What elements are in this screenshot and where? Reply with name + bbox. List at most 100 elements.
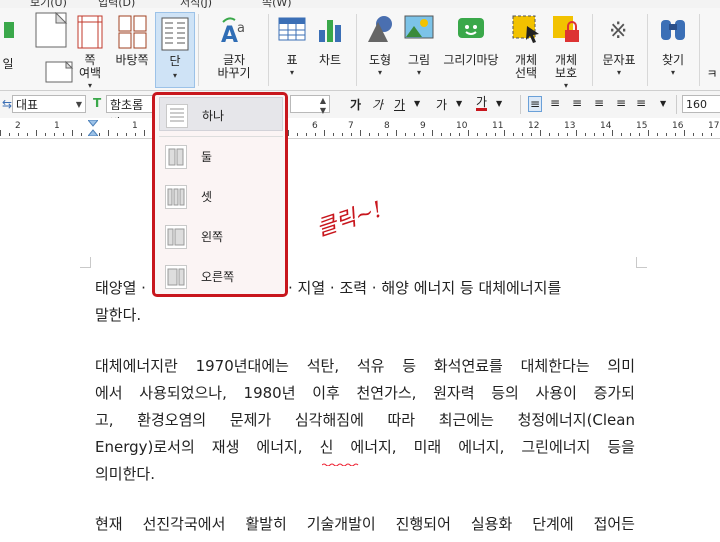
- chart-button[interactable]: 차트: [312, 10, 348, 88]
- chevron-down-icon[interactable]: ▼: [414, 99, 420, 108]
- ruler-tick: [81, 133, 82, 136]
- horizontal-ruler[interactable]: 211234567891011121314151617: [0, 118, 720, 139]
- ruler-tick: [576, 130, 577, 136]
- ruler-tick: [675, 133, 676, 136]
- chevron-down-icon[interactable]: ▼: [660, 99, 666, 108]
- align-divide-icon[interactable]: ≡: [636, 96, 646, 110]
- table-button[interactable]: 표 ▾: [274, 10, 310, 88]
- columns-button[interactable]: 단 ▾: [155, 12, 195, 88]
- paragraph-1-line-2: 말한다.: [95, 306, 142, 324]
- click-annotation: 클릭~!: [313, 197, 385, 238]
- align-justify-icon[interactable]: ≡: [528, 96, 543, 112]
- paragraph-2-line: Energy)로서의 재생 에너지, 신 에너지, 미래 에너지, 그린에너지 …: [95, 434, 635, 461]
- chart-icon: [316, 14, 344, 47]
- find-button[interactable]: 찾기 ▾: [653, 10, 693, 88]
- underline-icon[interactable]: 가: [394, 96, 405, 113]
- ruler-tick: [540, 130, 541, 136]
- chevron-down-icon[interactable]: ▼: [496, 99, 502, 108]
- margin-label: 쪽 여백: [78, 53, 102, 80]
- columns-option-right[interactable]: 오른쪽: [159, 259, 283, 293]
- two-columns-icon: [165, 145, 187, 169]
- ruler-tick: [549, 133, 550, 136]
- ruler-number: 8: [384, 121, 390, 131]
- page-icon: [34, 11, 70, 51]
- ruler-tick: [0, 130, 1, 136]
- right-column-icon: [165, 265, 187, 289]
- chevron-down-icon: ▼: [75, 100, 82, 109]
- partial-left-icon: [4, 14, 14, 47]
- indent-marker[interactable]: [86, 119, 100, 139]
- ruler-tick: [387, 133, 388, 136]
- ruler-number: 17: [708, 121, 720, 131]
- symbol-button[interactable]: ※ 문자표 ▾: [597, 10, 641, 88]
- annotation-text: 클릭~!: [313, 197, 385, 238]
- align-right-icon[interactable]: ≡: [594, 96, 604, 110]
- ruler-number: 11: [492, 121, 504, 131]
- paragraph-2-line-text: Energy)로서의 재생 에너지, 신 에너지, 미래 에너지, 그린에너지 …: [95, 438, 635, 456]
- picture-button[interactable]: 그림 ▾: [401, 10, 437, 88]
- align-distribute-icon[interactable]: ≡: [616, 96, 626, 110]
- style-icon: ⇆: [2, 97, 13, 111]
- chevron-down-icon: ▾: [670, 68, 675, 77]
- chevron-down-icon: ▾: [289, 68, 294, 77]
- ruler-number: 13: [564, 121, 576, 131]
- align-center-icon[interactable]: ≡: [572, 96, 582, 110]
- ruler-tick: [450, 133, 451, 136]
- object-protect-button[interactable]: 개체 보호 ▾: [546, 10, 586, 90]
- ruler-tick: [378, 133, 379, 136]
- paragraph-2-line: 고, 환경오염의 문제가 심각해짐에 따라 최근에는 청정에너지(Clean: [95, 411, 635, 429]
- find-label: 찾기: [661, 53, 685, 67]
- paragraph-1-end: · 지열 · 조력 · 해양 에너지 등 대체에너지를: [288, 279, 562, 297]
- bold-icon[interactable]: 가: [350, 96, 361, 113]
- table-icon: [278, 14, 306, 47]
- font-combo[interactable]: 함초롬바: [106, 95, 154, 130]
- partial-right-button[interactable]: ㅋ: [704, 10, 720, 88]
- ruler-tick: [432, 130, 433, 136]
- ruler-number: 1: [132, 121, 138, 131]
- binoculars-icon: [658, 14, 688, 47]
- style-combo[interactable]: 대표 ▼: [12, 95, 86, 113]
- menu-divider: [159, 136, 283, 137]
- chevron-down-icon: ▾: [87, 81, 92, 90]
- picture-label: 그림: [407, 53, 431, 67]
- ruler-tick: [639, 133, 640, 136]
- shape-button[interactable]: 도형 ▾: [362, 10, 398, 88]
- ruler-tick: [315, 133, 316, 136]
- ruler-tick: [495, 133, 496, 136]
- ruler-tick: [594, 133, 595, 136]
- ruler-tick: [648, 130, 649, 136]
- line-spacing-value: 160: [686, 98, 707, 111]
- align-left-icon[interactable]: ≡: [550, 96, 560, 110]
- italic-icon[interactable]: 가: [372, 96, 383, 113]
- columns-option-label: 왼쪽: [201, 230, 224, 244]
- columns-option-left[interactable]: 왼쪽: [159, 219, 283, 253]
- chevron-down-icon[interactable]: ▼: [456, 99, 462, 108]
- partial-left-button[interactable]: 일: [0, 10, 16, 88]
- margin-icon: [76, 14, 104, 53]
- chevron-down-icon: ▾: [416, 68, 421, 77]
- strikethrough-icon[interactable]: 가: [436, 96, 447, 113]
- columns-dropdown-menu: 하나 둘 셋 왼쪽 오른쪽: [152, 92, 288, 297]
- three-columns-icon: [165, 185, 187, 209]
- object-select-button[interactable]: 개체 선택: [506, 10, 546, 88]
- text-change-button[interactable]: Aa 글자 바꾸기: [208, 10, 260, 88]
- symbol-label: 문자표: [602, 53, 636, 67]
- columns-option-two[interactable]: 둘: [159, 139, 283, 173]
- ruler-tick: [486, 133, 487, 136]
- columns-option-one[interactable]: 하나: [159, 97, 283, 131]
- ruler-tick: [657, 133, 658, 136]
- font-size-stepper[interactable]: ▲ ▼: [290, 95, 330, 115]
- ribbon-separator: [647, 14, 648, 86]
- paragraph-2-line: 의미한다.: [95, 465, 155, 483]
- ruler-tick: [531, 133, 532, 136]
- page-margin-button[interactable]: [30, 10, 74, 88]
- page-corner-mark: [80, 257, 91, 268]
- ruler-number: 14: [600, 121, 612, 131]
- columns-option-three[interactable]: 셋: [159, 179, 283, 213]
- columns-icon: [161, 17, 189, 54]
- line-spacing-combo[interactable]: 160: [682, 95, 720, 113]
- background-page-button[interactable]: 바탕쪽: [112, 10, 152, 88]
- clipart-button[interactable]: 그리기마당: [440, 10, 502, 88]
- font-color-icon[interactable]: 가: [476, 96, 488, 111]
- page-margin-sub-button[interactable]: 쪽 여백 ▾: [72, 10, 108, 90]
